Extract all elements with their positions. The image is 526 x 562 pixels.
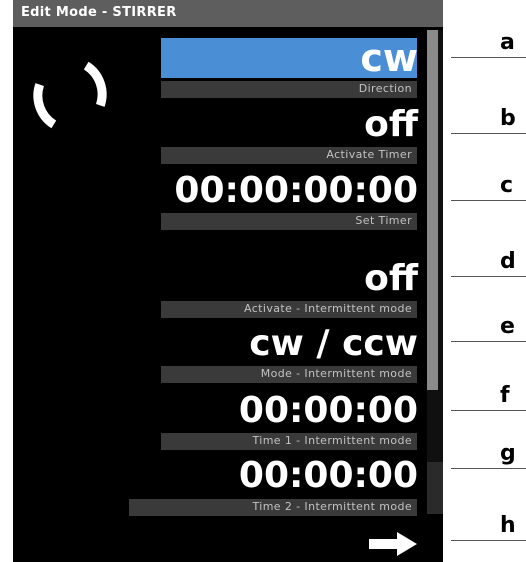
refresh-icon — [33, 61, 107, 129]
callout-letter-e: e — [500, 314, 515, 339]
callout-line-d — [451, 276, 526, 277]
time2-value[interactable]: 00:00:00 — [239, 455, 418, 496]
direction-label-bar: Direction — [161, 81, 417, 98]
intermittent-mode-label: Mode - Intermittent mode — [260, 367, 412, 380]
intermittent-activate-value[interactable]: off — [364, 258, 418, 299]
intermittent-mode-value[interactable]: cw / ccw — [249, 323, 418, 364]
window-title: Edit Mode - STIRRER — [21, 5, 177, 20]
callout-line-b — [451, 133, 526, 134]
time2-label: Time 2 - Intermittent mode — [252, 500, 412, 513]
set-timer-label-bar: Set Timer — [161, 213, 417, 230]
intermittent-mode-label-bar: Mode - Intermittent mode — [161, 366, 417, 383]
device-screen: Edit Mode - STIRRER cw Direction off Act… — [13, 0, 443, 562]
activate-timer-label-bar: Activate Timer — [161, 147, 417, 164]
activate-timer-value[interactable]: off — [364, 104, 418, 145]
scrollbar-thumb[interactable] — [427, 30, 438, 390]
set-timer-label: Set Timer — [355, 214, 412, 227]
title-bar: Edit Mode - STIRRER — [13, 0, 443, 27]
callout-line-f — [451, 410, 526, 411]
time1-label-bar: Time 1 - Intermittent mode — [161, 433, 417, 450]
callout-line-e — [451, 341, 526, 342]
time2-label-bar: Time 2 - Intermittent mode — [129, 499, 417, 516]
direction-label: Direction — [358, 82, 412, 95]
callout-letter-b: b — [500, 106, 516, 131]
intermittent-activate-label: Activate - Intermittent mode — [243, 302, 412, 315]
time1-value[interactable]: 00:00:00 — [239, 390, 418, 431]
callout-line-a — [451, 57, 526, 58]
arrow-right-icon[interactable] — [367, 530, 419, 558]
activate-timer-label: Activate Timer — [326, 148, 412, 161]
scrollbar-lower-region — [427, 462, 443, 514]
callout-letter-c: c — [500, 173, 514, 198]
set-timer-value[interactable]: 00:00:00:00 — [174, 170, 418, 211]
direction-value[interactable]: cw — [360, 36, 418, 80]
callout-line-h — [451, 540, 526, 541]
callout-letter-f: f — [500, 383, 510, 408]
callout-line-c — [451, 200, 526, 201]
callout-letter-g: g — [500, 441, 516, 466]
callout-line-g — [451, 468, 526, 469]
callout-letter-h: h — [500, 513, 516, 538]
time1-label: Time 1 - Intermittent mode — [252, 434, 412, 447]
callout-letter-a: a — [500, 30, 515, 55]
callout-letter-d: d — [500, 249, 516, 274]
intermittent-activate-label-bar: Activate - Intermittent mode — [161, 301, 417, 318]
